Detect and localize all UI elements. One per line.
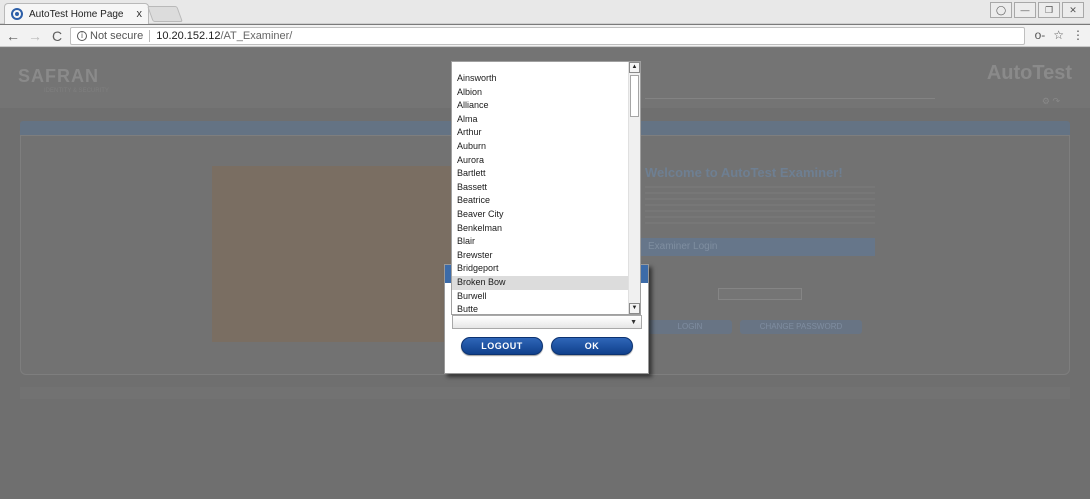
dropdown-option[interactable]: Alliance [452, 99, 629, 113]
address-bar[interactable]: i Not secure 10.20.152.12 /AT_Examiner/ [70, 27, 1025, 45]
hero-photo [212, 166, 462, 342]
window-controls: ◯ — ❐ ✕ [990, 2, 1084, 18]
tab-title: AutoTest Home Page [29, 8, 124, 20]
dropdown-option[interactable]: Alma [452, 113, 629, 127]
dropdown-option[interactable]: Burwell [452, 290, 629, 304]
dropdown-option[interactable]: Auburn [452, 140, 629, 154]
dropdown-scrollbar[interactable]: ▲ ▼ [628, 62, 640, 314]
browser-toolbar: ← → C i Not secure 10.20.152.12 /AT_Exam… [0, 25, 1090, 47]
dropdown-option[interactable]: Arthur [452, 126, 629, 140]
logout-button[interactable]: LOGOUT [461, 337, 543, 355]
security-label: Not secure [90, 30, 144, 42]
safran-logo: SAFRAN [18, 66, 99, 86]
dropdown-option[interactable]: Brewster [452, 249, 629, 263]
dropdown-option[interactable]: Albion [452, 86, 629, 100]
info-icon[interactable]: i [77, 31, 87, 41]
dropdown-option[interactable]: Blair [452, 235, 629, 249]
dropdown-option[interactable]: Butte [452, 303, 629, 314]
login-header: Examiner Login [640, 238, 875, 256]
dropdown-option[interactable]: Bassett [452, 181, 629, 195]
scroll-down-icon[interactable]: ▼ [629, 303, 640, 314]
autotest-logo: AutoTest [986, 62, 1072, 84]
dropdown-option[interactable]: Beaver City [452, 208, 629, 222]
browser-tab[interactable]: AutoTest Home Page x [4, 3, 149, 24]
login-button[interactable]: LOGIN [648, 320, 732, 334]
toolbar-right-tools: o- ☆ ⋮ [1035, 28, 1084, 42]
bookmark-star-icon[interactable]: ☆ [1053, 28, 1064, 42]
restore-icon[interactable]: ❐ [1038, 2, 1060, 18]
url-host: 10.20.152.12 [156, 30, 221, 42]
reload-icon[interactable]: C [48, 28, 66, 44]
forward-icon[interactable]: → [26, 28, 44, 44]
browser-titlebar: AutoTest Home Page x ◯ — ❐ ✕ [0, 0, 1090, 24]
dropdown-options: Ainsworth Albion Alliance Alma Arthur Auburn A… [452, 72, 629, 314]
dropdown-option[interactable]: Ainsworth [452, 72, 629, 86]
dropdown-option[interactable]: Bridgeport [452, 262, 629, 276]
scroll-up-icon[interactable]: ▲ [629, 62, 640, 73]
dropdown-option[interactable]: Bartlett [452, 167, 629, 181]
browser-menu-icon[interactable]: ⋮ [1072, 28, 1084, 42]
welcome-text [645, 186, 875, 226]
new-tab-button[interactable] [147, 6, 183, 22]
autotest-favicon-icon [11, 8, 23, 20]
dropdown-option[interactable]: Broken Bow [452, 275, 629, 290]
scroll-thumb[interactable] [630, 75, 639, 117]
ok-button[interactable]: OK [551, 337, 633, 355]
header-icons: ⚙ ↷ [1041, 96, 1060, 106]
page-footer [20, 387, 1070, 399]
profile-icon[interactable]: ◯ [990, 2, 1012, 18]
minimize-icon[interactable]: — [1014, 2, 1036, 18]
password-field[interactable] [718, 288, 802, 300]
dropdown-option[interactable]: Beatrice [452, 194, 629, 208]
header-divider [645, 98, 935, 99]
key-icon[interactable]: o- [1035, 28, 1046, 42]
back-icon[interactable]: ← [4, 28, 22, 44]
chevron-down-icon[interactable]: ▼ [630, 319, 637, 326]
safran-logo-subtitle: IDENTITY & SECURITY [44, 88, 109, 94]
welcome-title: Welcome to AutoTest Examiner! [645, 165, 843, 180]
tab-close-icon[interactable]: x [137, 8, 143, 20]
dropdown-option[interactable]: Benkelman [452, 222, 629, 236]
location-select[interactable]: ▼ [452, 315, 642, 329]
url-path: /AT_Examiner/ [220, 30, 293, 42]
omnibox-divider [149, 30, 151, 42]
close-window-icon[interactable]: ✕ [1062, 2, 1084, 18]
location-dropdown-list[interactable]: Ainsworth Albion Alliance Alma Arthur Auburn A… [451, 61, 641, 315]
change-password-button[interactable]: CHANGE PASSWORD [740, 320, 862, 334]
dropdown-option[interactable]: Aurora [452, 154, 629, 168]
